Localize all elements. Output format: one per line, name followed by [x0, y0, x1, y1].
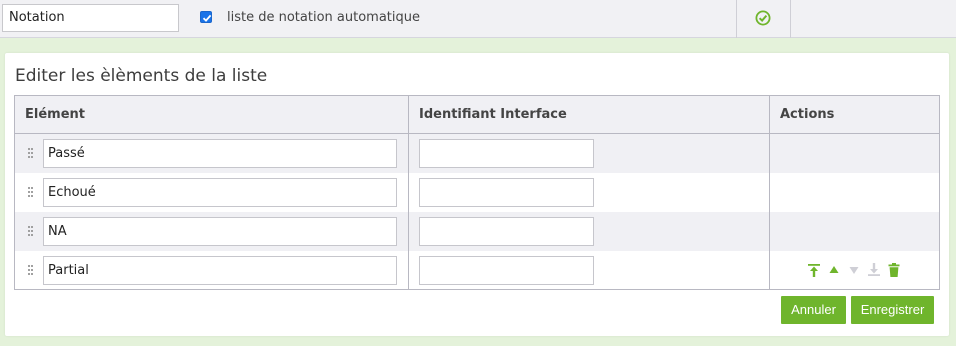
element-input[interactable]: NA: [43, 216, 397, 246]
row-actions: [806, 262, 902, 278]
auto-notation-checkbox[interactable]: [200, 11, 212, 23]
list-name-input[interactable]: Notation: [2, 4, 179, 32]
identifiant-input[interactable]: [419, 139, 594, 168]
save-button[interactable]: Enregistrer: [851, 296, 934, 324]
move-bottom-icon[interactable]: [866, 262, 882, 278]
table-row: Partial: [14, 250, 940, 290]
table-row: NA: [14, 211, 940, 251]
drag-handle-icon[interactable]: [28, 186, 34, 197]
element-input[interactable]: Echoué: [43, 177, 397, 207]
column-header-element: Elément: [14, 95, 409, 134]
move-down-icon[interactable]: [846, 262, 862, 278]
panel-title: Editer les èlèments de la liste: [15, 66, 268, 86]
divider: [736, 0, 737, 38]
edit-list-panel: Editer les èlèments de la liste Elément …: [5, 53, 949, 336]
table-row: Echoué: [14, 172, 940, 212]
identifiant-input[interactable]: [419, 216, 594, 246]
divider: [790, 0, 791, 38]
identifiant-input[interactable]: [419, 255, 594, 285]
column-header-identifiant: Identifiant Interface: [408, 95, 770, 134]
top-bar: Notation liste de notation automatique: [0, 0, 956, 38]
identifiant-input[interactable]: [419, 177, 594, 207]
cancel-button[interactable]: Annuler: [781, 296, 846, 324]
column-header-actions: Actions: [769, 95, 940, 134]
drag-handle-icon[interactable]: [28, 225, 34, 236]
element-input[interactable]: Partial: [43, 255, 397, 285]
table-row: Passé: [14, 133, 940, 173]
drag-handle-icon[interactable]: [28, 264, 34, 275]
auto-notation-label: liste de notation automatique: [227, 10, 420, 25]
drag-handle-icon[interactable]: [28, 148, 34, 158]
trash-icon[interactable]: [886, 262, 902, 278]
elements-table: Elément Identifiant Interface Actions Pa…: [14, 95, 940, 290]
element-input[interactable]: Passé: [43, 139, 397, 168]
move-top-icon[interactable]: [806, 262, 822, 278]
move-up-icon[interactable]: [826, 262, 842, 278]
check-circle-icon[interactable]: [755, 10, 771, 26]
